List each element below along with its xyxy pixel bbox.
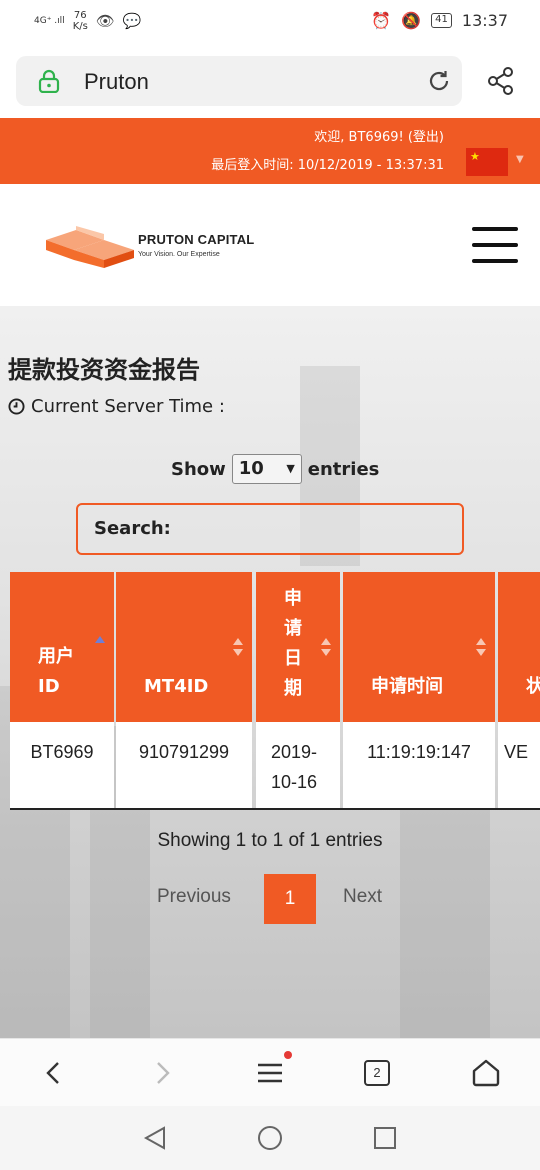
- welcome-logout-link[interactable]: 欢迎, BT6969! (登出): [314, 126, 444, 145]
- network-speed: 76 K/s: [73, 10, 88, 32]
- lock-icon: [38, 69, 60, 93]
- sort-icon: [321, 638, 331, 656]
- search-label: Search:: [94, 518, 171, 539]
- signal-indicator: 4G⁺ .ıll: [34, 15, 65, 26]
- chevron-down-icon[interactable]: ▼: [516, 154, 524, 165]
- address-bar[interactable]: Pruton: [16, 56, 462, 106]
- logo-name: PRUTON CAPITAL: [138, 232, 255, 247]
- top-banner: 欢迎, BT6969! (登出) 最后登入时间: 10/12/2019 - 13…: [0, 118, 540, 184]
- clock-icon: [8, 398, 25, 415]
- sort-icon: [233, 638, 243, 656]
- status-left: 4G⁺ .ıll 76 K/s 👁 💬: [34, 10, 142, 32]
- previous-page-button[interactable]: Previous: [157, 886, 231, 908]
- column-header-label: 申请时间: [371, 676, 443, 697]
- table-cell-status: VE: [498, 722, 540, 808]
- forward-icon[interactable]: [146, 1057, 178, 1089]
- sort-asc-icon: [95, 636, 105, 643]
- last-login-text: 最后登入时间: 10/12/2019 - 13:37:31: [211, 158, 444, 173]
- column-header-user-id[interactable]: 用户 ID: [10, 572, 114, 722]
- home-icon[interactable]: [470, 1057, 502, 1089]
- table-cell-user-id: BT6969: [10, 722, 114, 808]
- cell-text: 11:19:19:147: [367, 742, 471, 762]
- entries-label: entries: [307, 458, 380, 480]
- network-speed-value: 76: [73, 10, 87, 21]
- page-length-select[interactable]: 10 ▼: [231, 454, 302, 484]
- menu-icon[interactable]: [254, 1057, 286, 1089]
- status-right: ⏰ 🔕 41 13:37: [371, 11, 508, 30]
- battery-indicator: 41: [431, 13, 452, 28]
- column-header-label: MT4ID: [144, 676, 209, 697]
- logo-bar: PRUTON CAPITAL Your Vision. Our Expertis…: [0, 184, 540, 306]
- page-length-value: 10: [238, 458, 264, 479]
- search-input[interactable]: Search:: [76, 503, 464, 555]
- home-circle-icon[interactable]: [256, 1124, 284, 1152]
- dropdown-caret-icon: ▼: [286, 462, 295, 475]
- page-title: 提款投资资金报告: [8, 356, 200, 384]
- main-content: 提款投资资金报告 Current Server Time : Show 10 ▼…: [0, 306, 540, 1038]
- reload-icon[interactable]: [426, 68, 452, 94]
- china-flag-icon[interactable]: ★: [466, 148, 508, 176]
- cell-text: BT6969: [30, 742, 94, 762]
- pruton-logo-icon[interactable]: [46, 226, 134, 268]
- cell-text: VE: [504, 742, 529, 762]
- server-time-label: Current Server Time :: [31, 396, 225, 417]
- page-length-control: Show 10 ▼ entries: [171, 454, 379, 484]
- show-label: Show: [171, 458, 226, 480]
- network-speed-unit: K/s: [72, 21, 88, 32]
- table-cell-apply-date: 2019-10-16: [256, 722, 340, 808]
- server-time: Current Server Time :: [8, 396, 225, 417]
- tabs-icon[interactable]: 2: [364, 1060, 390, 1086]
- column-header-mt4id[interactable]: MT4ID: [116, 572, 252, 722]
- eye-icon: 👁: [95, 12, 115, 30]
- cell-text: 910791299: [138, 742, 230, 762]
- table-info: Showing 1 to 1 of 1 entries: [157, 830, 383, 851]
- column-header-label: 用户 ID: [38, 646, 74, 697]
- logo-tagline: Your Vision. Our Expertise: [138, 251, 220, 258]
- address-text: Pruton: [84, 69, 149, 94]
- next-page-button[interactable]: Next: [343, 886, 382, 908]
- back-triangle-icon[interactable]: [142, 1124, 170, 1152]
- sort-icon: [476, 638, 486, 656]
- notification-dot: [284, 1051, 292, 1059]
- mute-bell-icon: 🔕: [401, 11, 422, 30]
- table-bottom-border: [10, 808, 540, 810]
- column-header-apply-date[interactable]: 申请日期: [256, 572, 340, 722]
- column-header-label: 状: [526, 676, 540, 697]
- status-bar: 4G⁺ .ıll 76 K/s 👁 💬 ⏰ 🔕 41 13:37: [0, 0, 540, 44]
- recents-square-icon[interactable]: [371, 1124, 399, 1152]
- share-icon[interactable]: [486, 66, 516, 96]
- back-icon[interactable]: [38, 1057, 70, 1089]
- column-header-status[interactable]: 状: [498, 572, 540, 722]
- hamburger-menu-icon[interactable]: [472, 227, 518, 263]
- cell-text: 2019-10-16: [271, 742, 318, 792]
- alarm-icon: ⏰: [371, 11, 392, 30]
- status-time: 13:37: [461, 11, 508, 30]
- table-cell-apply-time: 11:19:19:147: [343, 722, 495, 808]
- browser-toolbar: 2: [0, 1038, 540, 1106]
- page-1-button[interactable]: 1: [264, 874, 316, 924]
- system-navigation-bar: [0, 1106, 540, 1170]
- table-cell-mt4id: 910791299: [116, 722, 252, 808]
- wechat-icon: 💬: [122, 12, 142, 30]
- column-header-label: 申请日期: [284, 588, 302, 699]
- column-header-apply-time[interactable]: 申请时间: [343, 572, 495, 722]
